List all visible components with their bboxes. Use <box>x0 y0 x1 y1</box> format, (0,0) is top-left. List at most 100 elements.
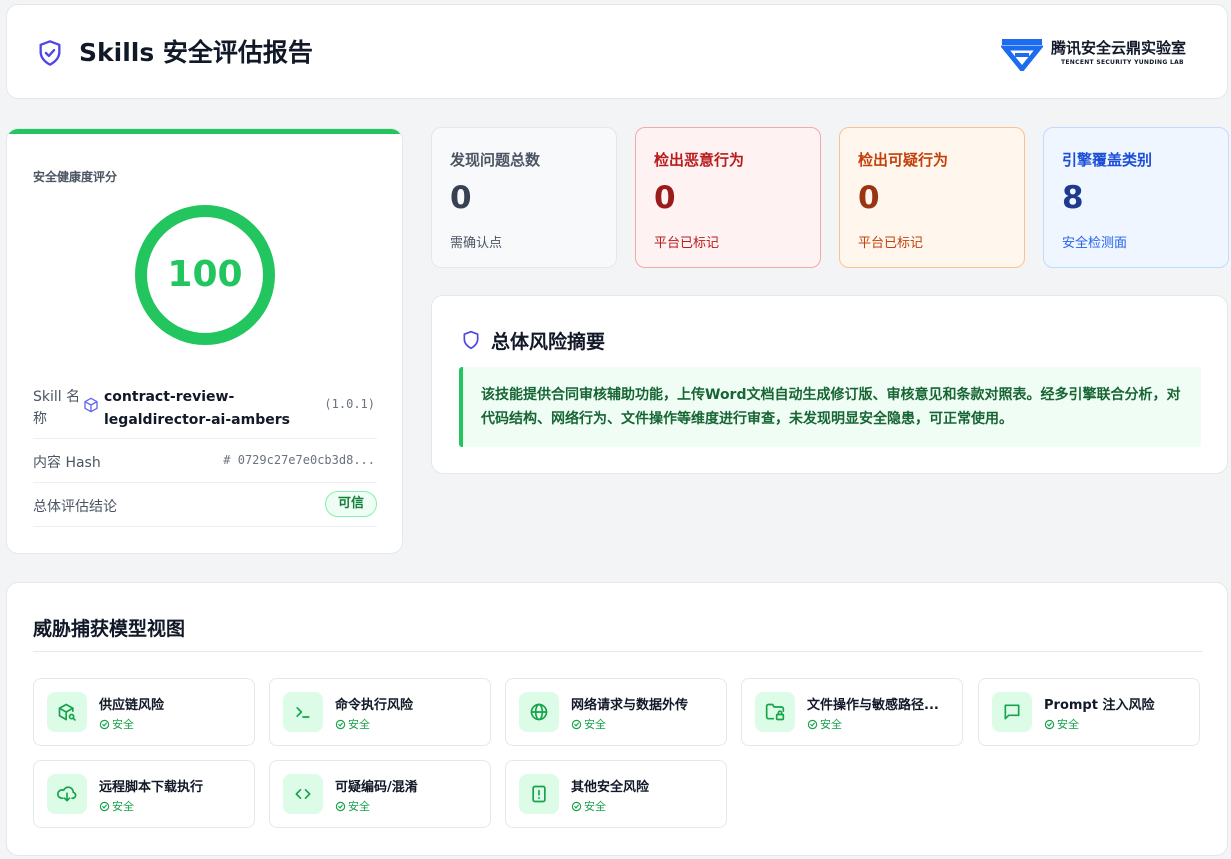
skill-name-value: contract-review-legaldirector-ai-ambers <box>104 389 290 428</box>
check-circle-icon <box>571 719 582 730</box>
shield-icon <box>463 330 479 350</box>
check-circle-icon <box>807 719 818 730</box>
stat-title: 检出可疑行为 <box>858 151 949 169</box>
threat-tile-obfuscation[interactable]: 可疑编码/混淆 安全 <box>269 760 491 828</box>
tile-name: 可疑编码/混淆 <box>335 780 418 795</box>
skill-name-row: Skill 名称 contract-review-legaldirector-a… <box>33 383 377 439</box>
terminal-icon <box>296 707 310 718</box>
stat-subtitle: 需确认点 <box>450 236 503 251</box>
stat-title: 引擎覆盖类别 <box>1062 151 1153 169</box>
tile-icon-box <box>283 774 323 814</box>
skill-version: (1.0.1) <box>324 397 375 411</box>
score-ring: 100 <box>134 204 276 346</box>
tile-status: 安全 <box>1044 716 1079 732</box>
tile-status-text: 安全 <box>112 800 134 813</box>
check-circle-icon <box>335 719 346 730</box>
tile-icon-box <box>47 692 87 732</box>
health-score-card: 安全健康度评分 100 Skill 名称 contract-review-leg… <box>6 128 403 554</box>
tile-name: 文件操作与敏感路径... <box>807 698 939 713</box>
stat-title: 发现问题总数 <box>450 151 541 169</box>
page-title: Skills 安全评估报告 <box>79 38 313 67</box>
folder-lock-icon <box>765 703 785 721</box>
stat-card-suspicious: 检出可疑行为 0 平台已标记 <box>839 127 1025 268</box>
tile-icon-box <box>283 692 323 732</box>
tile-status: 安全 <box>335 798 370 814</box>
tile-status: 安全 <box>571 798 606 814</box>
stat-card-total-issues: 发现问题总数 0 需确认点 <box>431 127 617 268</box>
logo-subtitle: TENCENT SECURITY YUNDING LAB <box>1061 59 1184 66</box>
threat-tile-prompt-injection[interactable]: Prompt 注入风险 安全 <box>978 678 1200 746</box>
globe-icon <box>530 703 548 721</box>
tile-status-text: 安全 <box>348 718 370 731</box>
verdict-row: 总体评估结论 可信 <box>33 483 377 527</box>
tile-status: 安全 <box>99 716 134 732</box>
tile-icon-box <box>992 692 1032 732</box>
tencent-yunding-logo: 腾讯安全云鼎实验室 TENCENT SECURITY YUNDING LAB <box>1001 35 1201 71</box>
threat-tile-other[interactable]: 其他安全风险 安全 <box>505 760 727 828</box>
tile-status-text: 安全 <box>348 800 370 813</box>
stat-value: 0 <box>654 180 676 216</box>
message-square-icon <box>1004 704 1020 720</box>
summary-text: 该技能提供合同审核辅助功能，上传Word文档自动生成修订版、审核意见和条款对照表… <box>481 387 1181 427</box>
tile-icon-box <box>755 692 795 732</box>
tile-name: 远程脚本下载执行 <box>99 780 204 795</box>
check-circle-icon <box>99 801 110 812</box>
content-hash-value[interactable]: # 0729c27e7e0cb3d8... <box>223 453 375 467</box>
verdict-label: 总体评估结论 <box>33 499 117 515</box>
stat-value: 8 <box>1062 180 1084 216</box>
tile-icon-box <box>519 692 559 732</box>
check-circle-icon <box>335 801 346 812</box>
check-circle-icon <box>1044 719 1055 730</box>
divider <box>33 651 1202 652</box>
stat-card-malicious: 检出恶意行为 0 平台已标记 <box>635 127 821 268</box>
code-icon <box>295 789 311 799</box>
stat-subtitle: 平台已标记 <box>654 236 720 251</box>
tile-status-text: 安全 <box>584 718 606 731</box>
tile-name: 供应链风险 <box>99 698 165 713</box>
file-warning-icon <box>532 785 546 803</box>
tile-name: 命令执行风险 <box>335 698 414 713</box>
threat-tile-remote-script[interactable]: 远程脚本下载执行 安全 <box>33 760 255 828</box>
content-hash-row: 内容 Hash # 0729c27e7e0cb3d8... <box>33 439 377 483</box>
threat-tile-network[interactable]: 网络请求与数据外传 安全 <box>505 678 727 746</box>
stat-subtitle: 平台已标记 <box>858 236 924 251</box>
yunding-logo-mark-icon <box>1001 39 1043 71</box>
threat-tile-command-exec[interactable]: 命令执行风险 安全 <box>269 678 491 746</box>
stat-subtitle: 安全检测面 <box>1062 236 1128 251</box>
report-header: Skills 安全评估报告 腾讯安全云鼎实验室 TENCENT SECURITY… <box>6 4 1228 99</box>
tile-name: 其他安全风险 <box>571 780 650 795</box>
tile-name: 网络请求与数据外传 <box>571 698 689 713</box>
tile-icon-box <box>47 774 87 814</box>
tile-name: Prompt 注入风险 <box>1044 698 1155 713</box>
tile-status: 安全 <box>807 716 842 732</box>
score-label: 安全健康度评分 <box>33 170 118 184</box>
package-search-icon <box>58 703 76 721</box>
threat-tile-file-ops[interactable]: 文件操作与敏感路径... 安全 <box>741 678 963 746</box>
threat-model-card: 威胁捕获模型视图 供应链风险 安全 命令执行风险 安全 网络请求与数据外传 安全 <box>6 582 1228 856</box>
tile-icon-box <box>519 774 559 814</box>
summary-box: 该技能提供合同审核辅助功能，上传Word文档自动生成修订版、审核意见和条款对照表… <box>459 367 1201 447</box>
score-accent-bar <box>7 129 402 134</box>
check-circle-icon <box>99 719 110 730</box>
threat-tile-supply-chain[interactable]: 供应链风险 安全 <box>33 678 255 746</box>
stat-value: 0 <box>450 180 472 216</box>
score-value: 100 <box>167 254 243 295</box>
check-circle-icon <box>571 801 582 812</box>
summary-heading: 总体风险摘要 <box>491 331 606 353</box>
package-icon <box>84 397 98 413</box>
tile-status: 安全 <box>99 798 134 814</box>
logo-name: 腾讯安全云鼎实验室 <box>1051 39 1187 57</box>
stat-card-engine-coverage: 引擎覆盖类别 8 安全检测面 <box>1043 127 1229 268</box>
tile-status-text: 安全 <box>584 800 606 813</box>
tile-status-text: 安全 <box>820 718 842 731</box>
stat-title: 检出恶意行为 <box>654 151 745 169</box>
stat-value: 0 <box>858 180 880 216</box>
shield-check-icon <box>39 40 61 66</box>
tile-status: 安全 <box>335 716 370 732</box>
verdict-badge: 可信 <box>325 491 377 517</box>
risk-summary-card: 总体风险摘要 该技能提供合同审核辅助功能，上传Word文档自动生成修订版、审核意… <box>431 295 1228 474</box>
cloud-download-icon <box>57 786 77 802</box>
tile-status-text: 安全 <box>1057 718 1079 731</box>
skill-name-label: Skill 名称 <box>33 389 81 427</box>
tile-status: 安全 <box>571 716 606 732</box>
